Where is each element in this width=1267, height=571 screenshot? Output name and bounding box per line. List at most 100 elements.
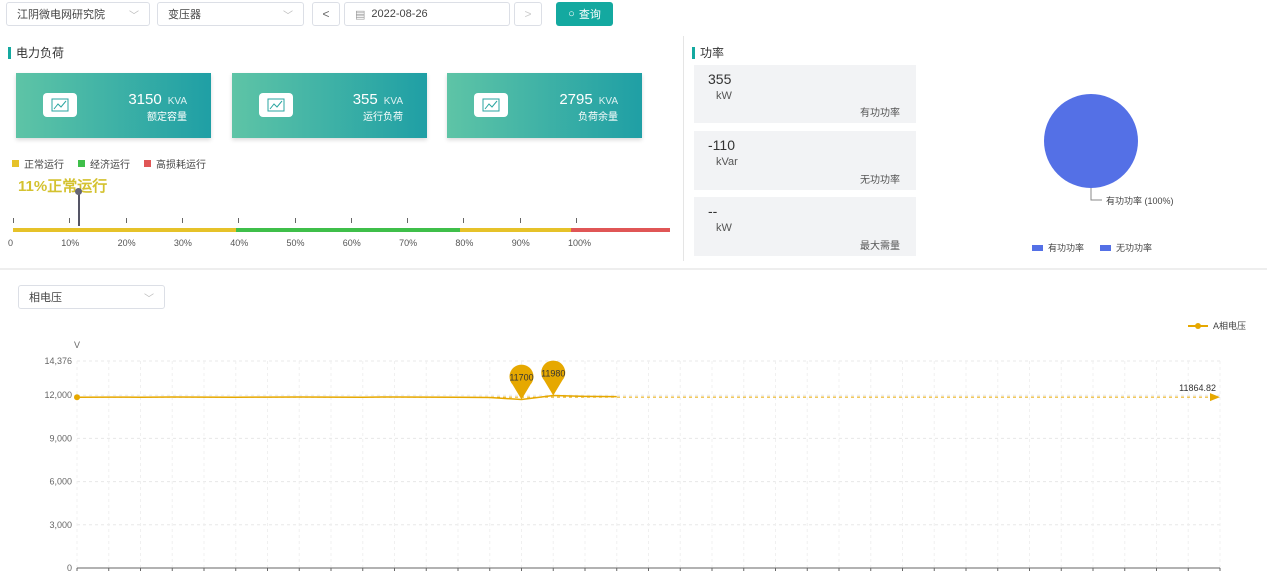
markline-label: 11864.82 [1179, 383, 1216, 393]
legend-active[interactable]: 有功功率 [1032, 241, 1084, 254]
card-label: 负荷余量 [578, 112, 618, 123]
date-value: 2022-08-26 [371, 8, 428, 20]
legend-label: 正常运行 [24, 160, 64, 171]
pie-slice-active-power[interactable] [1044, 94, 1138, 188]
section-divider [0, 268, 1267, 270]
power-label: 无功功率 [860, 175, 900, 186]
query-button[interactable]: ○ 查询 [556, 2, 613, 26]
y-tick-label: 14,376 [44, 356, 72, 366]
legend-economic: 经济运行 [78, 156, 130, 171]
power-value: 355 [708, 71, 732, 87]
power-pie [1044, 94, 1138, 201]
card-number: 355 [352, 91, 378, 108]
markpoint-label: 11700 [509, 373, 533, 383]
y-tick-label: 6,000 [49, 477, 72, 487]
y-tick-label: 9,000 [49, 433, 72, 443]
tick-label: 40% [230, 238, 249, 248]
chart-icon [43, 93, 77, 117]
legend-label: 经济运行 [90, 160, 130, 171]
power-title-text: 功率 [700, 46, 725, 60]
tick-label: 30% [173, 238, 192, 248]
tick-mark [69, 218, 71, 223]
date-input[interactable]: ▤ 2022-08-26 [344, 2, 510, 26]
tick-label: 100% [568, 238, 592, 248]
tick-mark [519, 218, 521, 223]
power-box: -110 kVar 无功功率 [694, 131, 916, 190]
legend-normal: 正常运行 [12, 156, 64, 171]
tick-label: 20% [117, 238, 136, 248]
power-title: 功率 [692, 44, 724, 61]
load-legend: 正常运行 经济运行 高损耗运行 [12, 156, 206, 171]
power-box: 355 kW 有功功率 [694, 65, 916, 123]
load-card: 355 KVA 运行负荷 [232, 73, 427, 138]
load-pointer [78, 190, 80, 226]
card-unit: KVA [167, 96, 187, 107]
tick-mark [13, 218, 14, 223]
legend-label: 有功功率 [1048, 243, 1085, 253]
chevron-down-icon: ﹀ [144, 293, 154, 305]
pie-legend: 有功功率 无功功率 [1032, 241, 1152, 254]
card-value: 3150 KVA [128, 91, 187, 108]
pie-label-line [1090, 188, 1102, 201]
tick-label: 70% [399, 238, 418, 248]
next-date-button[interactable]: > [514, 2, 542, 26]
legend-label: 高损耗运行 [156, 160, 206, 171]
tick-mark [576, 218, 577, 223]
voltage-type-select[interactable]: 相电压 ﹀ [18, 285, 165, 309]
card-value: 355 KVA [353, 91, 403, 108]
device-select-value: 变压器 [168, 9, 201, 21]
y-tick-label: 0 [67, 563, 72, 571]
tick-mark [294, 218, 296, 223]
power-box: -- kW 最大需量 [694, 197, 916, 256]
load-title: 电力负荷 [8, 44, 64, 61]
divider [683, 36, 684, 261]
device-select[interactable]: 变压器 ﹀ [157, 2, 304, 26]
tick-label: 80% [455, 238, 474, 248]
legend-reactive[interactable]: 无功功率 [1100, 241, 1152, 254]
markpoint-label: 11980 [541, 369, 565, 379]
power-value: -110 [708, 137, 735, 153]
y-tick-label: 12,000 [44, 390, 72, 400]
chart-icon [259, 93, 293, 117]
voltage-chart: 0 3,000 6,000 9,000 12,000 14,376 11864.82 1170… [44, 356, 1221, 571]
chart-icon [474, 93, 508, 117]
tick-label: 50% [286, 238, 305, 248]
tick-label: 90% [511, 238, 530, 248]
card-unit: KVA [598, 96, 618, 107]
query-label: 查询 [578, 9, 601, 21]
card-number: 2795 [559, 91, 593, 108]
tick-label: 10% [61, 238, 80, 248]
card-value: 2795 KVA [559, 91, 618, 108]
y-tick-label: 3,000 [49, 520, 72, 530]
legend-label: 无功功率 [1116, 243, 1153, 253]
card-label: 额定容量 [147, 112, 187, 123]
load-title-text: 电力负荷 [16, 46, 65, 60]
load-card: 3150 KVA 额定容量 [16, 73, 211, 138]
power-unit: kW [716, 222, 732, 234]
load-bar [13, 228, 670, 232]
chevron-down-icon: ﹀ [129, 10, 139, 22]
tick-mark [181, 218, 183, 223]
calendar-icon: ▤ [355, 8, 366, 21]
markline-arrow-icon [1210, 393, 1220, 402]
load-status: 11%正常运行 [18, 178, 108, 195]
tick-mark [407, 218, 409, 223]
power-value: -- [708, 203, 718, 219]
tick-mark [125, 218, 127, 223]
chevron-down-icon: ﹀ [283, 10, 293, 22]
tick-label: 60% [342, 238, 361, 248]
power-label: 最大需量 [860, 241, 900, 252]
card-unit: KVA [383, 96, 403, 107]
tick-label: 0 [8, 238, 14, 248]
org-select-value: 江阴微电网研究院 [17, 9, 105, 21]
power-label: 有功功率 [860, 108, 900, 119]
org-select[interactable]: 江阴微电网研究院 ﹀ [6, 2, 150, 26]
card-number: 3150 [128, 91, 162, 108]
prev-date-button[interactable]: < [312, 2, 340, 26]
tick-mark [463, 218, 465, 223]
power-unit: kVar [716, 156, 738, 168]
search-icon: ○ [568, 8, 575, 20]
legend-high-loss: 高损耗运行 [144, 156, 206, 171]
pie-slice-label: 有功功率 (100%) [1106, 196, 1174, 206]
voltage-select-value: 相电压 [29, 292, 62, 304]
